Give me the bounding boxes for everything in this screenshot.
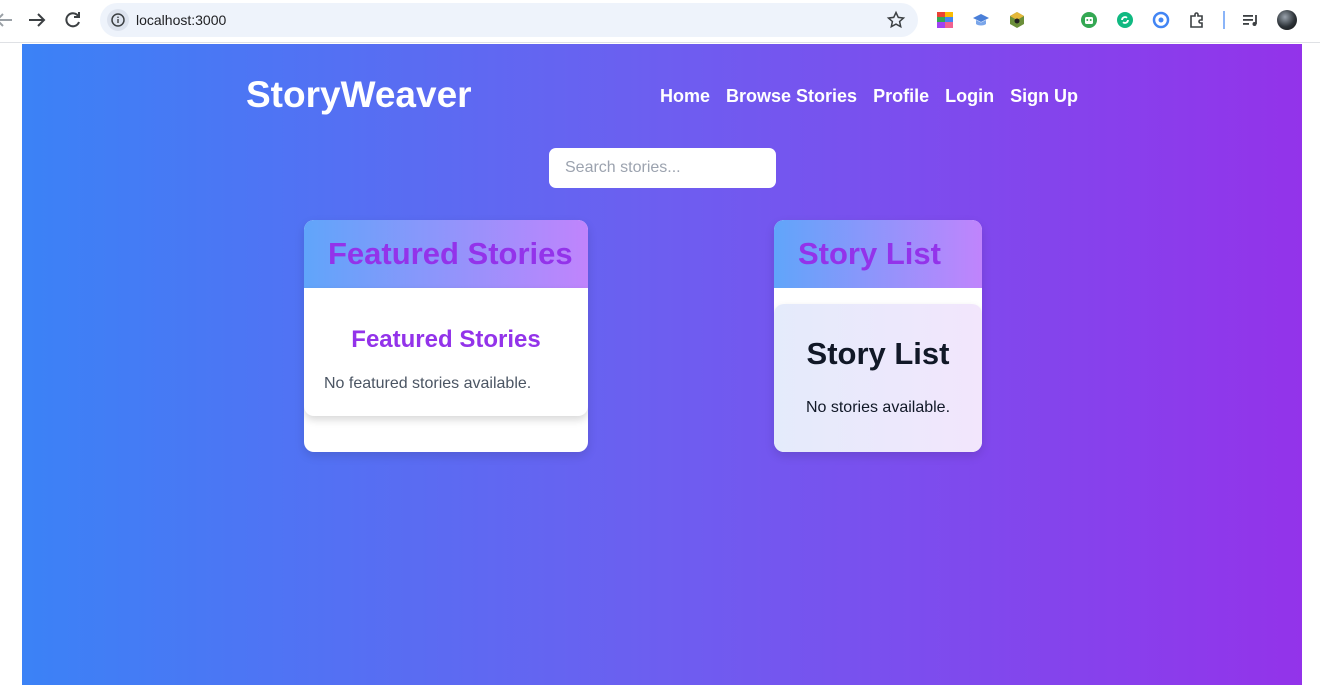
nav-link-profile[interactable]: Profile: [873, 86, 929, 107]
story-list-header: Story List: [774, 220, 982, 288]
media-control-icon[interactable]: [1242, 11, 1260, 29]
page-viewport: StoryWeaver Home Browse Stories Profile …: [22, 44, 1302, 685]
site-logo[interactable]: StoryWeaver: [246, 74, 472, 116]
sync-extension-icon[interactable]: [1116, 11, 1134, 29]
story-list-heading: Story List: [798, 236, 941, 271]
refresh-extension-icon[interactable]: [1152, 11, 1170, 29]
bookmark-star-icon[interactable]: [886, 10, 906, 35]
robot-extension-icon[interactable]: [1080, 11, 1098, 29]
featured-empty-message: No featured stories available.: [324, 375, 532, 392]
story-list-title: Story List: [806, 336, 950, 371]
featured-stories-heading: Featured Stories: [328, 236, 573, 271]
back-arrow-icon[interactable]: [0, 8, 16, 32]
story-list-panel: Story List No stories available.: [774, 304, 982, 452]
featured-stories-panel: Featured Stories No featured stories ava…: [304, 288, 588, 416]
nav-link-sign-up[interactable]: Sign Up: [1010, 86, 1078, 107]
nav-link-login[interactable]: Login: [945, 86, 994, 107]
featured-stories-title: Featured Stories: [351, 326, 541, 353]
color-grid-extension-icon[interactable]: [936, 11, 954, 29]
main-nav: Home Browse Stories Profile Login Sign U…: [660, 86, 1078, 107]
nav-link-home[interactable]: Home: [660, 86, 710, 107]
crescent-extension-icon[interactable]: [1044, 11, 1062, 29]
graduation-cap-extension-icon[interactable]: [972, 11, 990, 29]
address-bar[interactable]: localhost:3000: [100, 3, 918, 37]
featured-stories-header: Featured Stories: [304, 220, 588, 288]
story-list-card: Story List Story List No stories availab…: [774, 220, 982, 452]
cube-extension-icon[interactable]: [1008, 11, 1026, 29]
featured-stories-card: Featured Stories Featured Stories No fea…: [304, 220, 588, 452]
url-text[interactable]: localhost:3000: [136, 3, 226, 37]
nav-link-browse-stories[interactable]: Browse Stories: [726, 86, 857, 107]
puzzle-icon[interactable]: [1188, 11, 1206, 29]
browser-toolbar: localhost:3000: [0, 0, 1320, 43]
avatar[interactable]: [1277, 10, 1297, 30]
toolbar-divider: [1223, 11, 1225, 29]
story-list-empty-message: No stories available.: [805, 399, 951, 416]
search-input[interactable]: [549, 148, 776, 188]
reload-icon[interactable]: [61, 8, 85, 32]
info-icon[interactable]: [107, 9, 129, 31]
forward-arrow-icon[interactable]: [25, 8, 49, 32]
